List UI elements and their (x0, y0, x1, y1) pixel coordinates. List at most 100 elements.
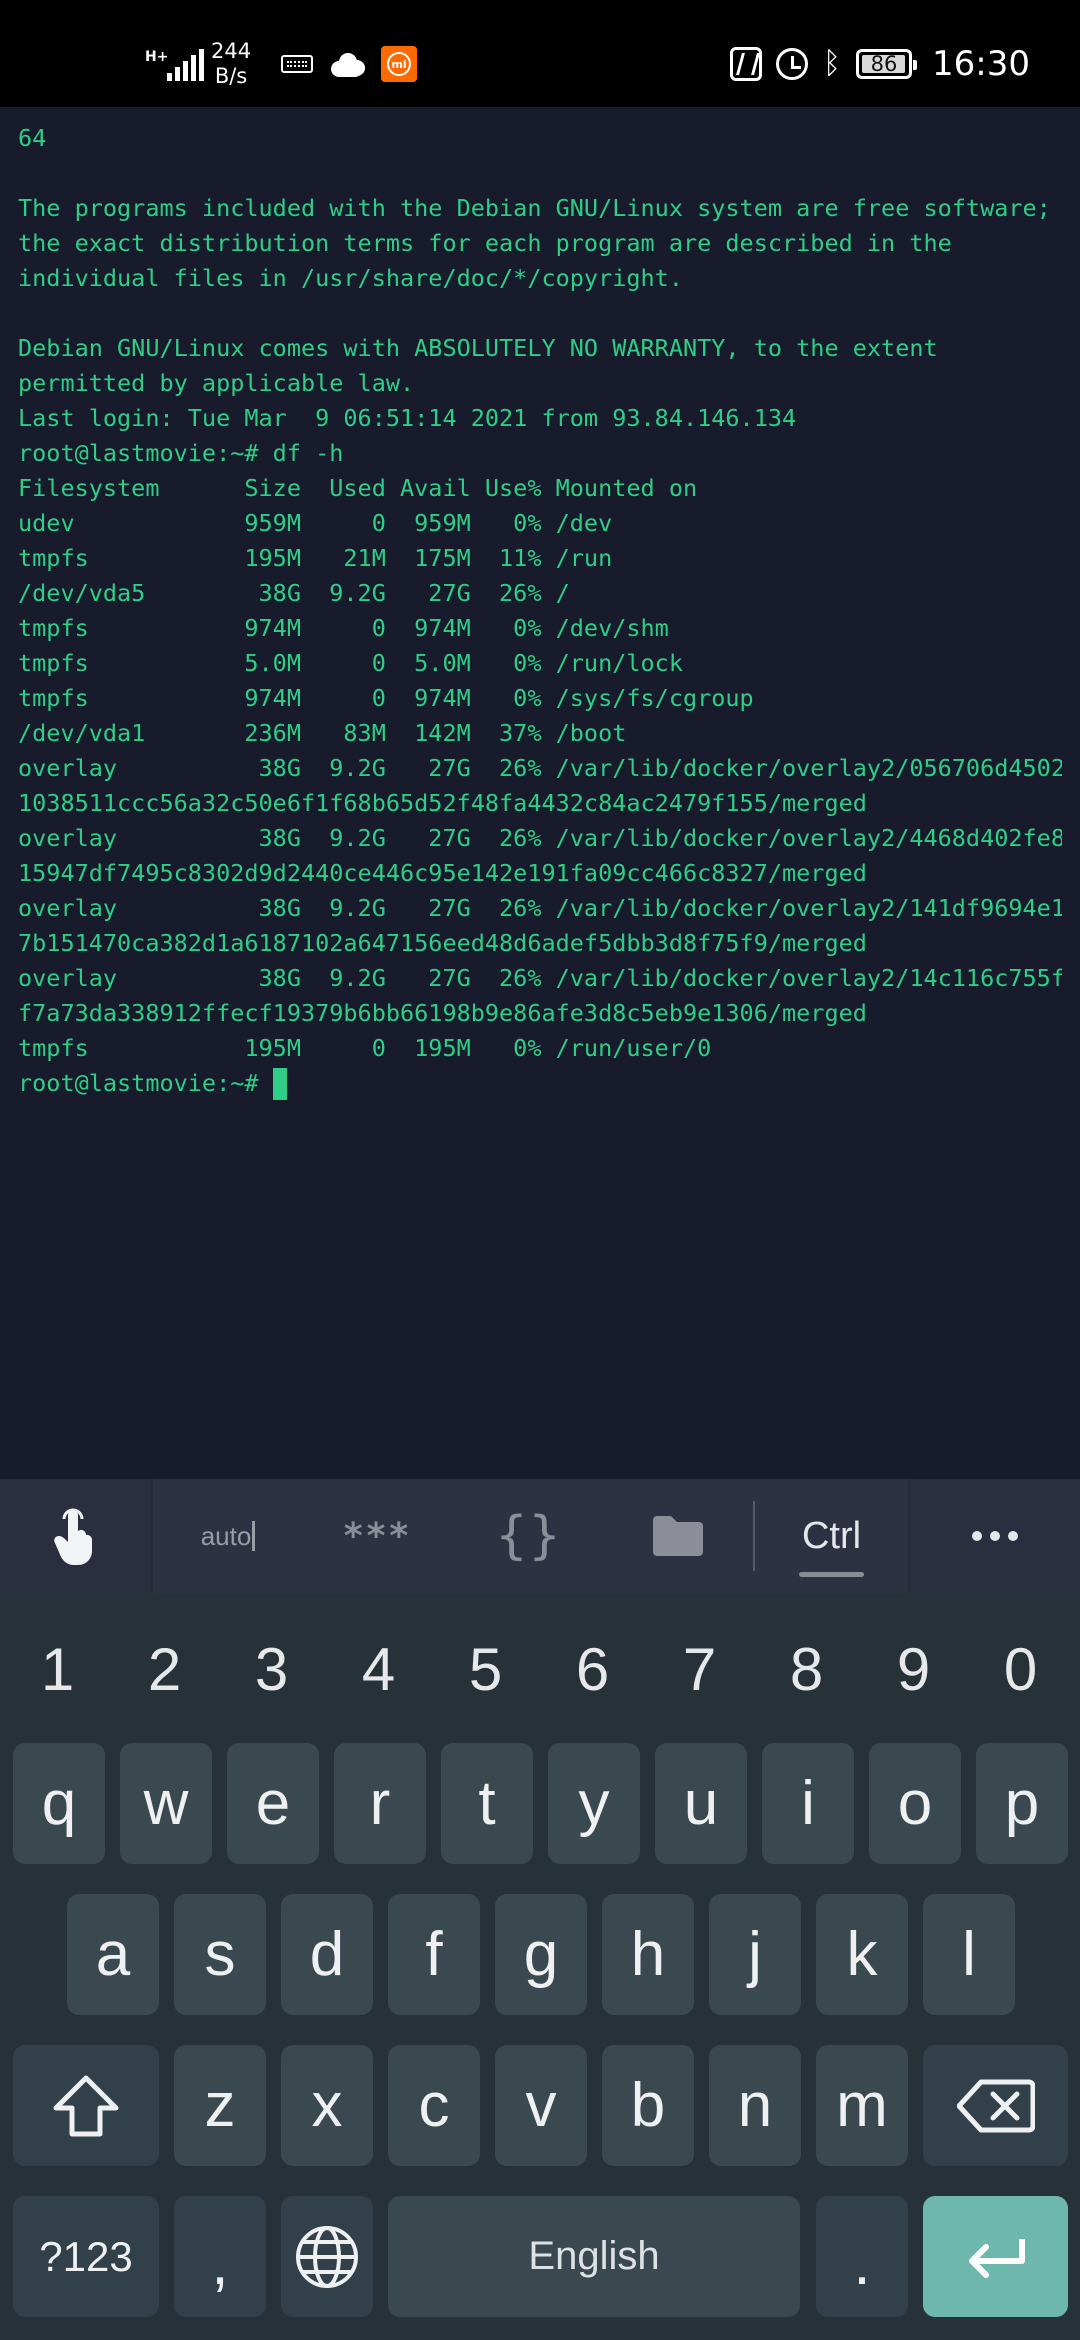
key-d[interactable]: d (281, 1894, 373, 2015)
terminal-line: individual files in /usr/share/doc/*/cop… (18, 264, 683, 292)
key-6[interactable]: 6 (539, 1621, 646, 1717)
key-n[interactable]: n (709, 2045, 801, 2166)
key-s[interactable]: s (174, 1894, 266, 2015)
enter-key[interactable] (923, 2196, 1068, 2317)
key-l[interactable]: l (923, 1894, 1015, 2015)
network-speed: 244 B/s (211, 39, 251, 89)
terminal-line: Debian GNU/Linux comes with ABSOLUTELY N… (18, 334, 938, 362)
enter-icon (968, 2238, 1025, 2278)
terminal-line: tmpfs 195M 21M 175M 11% /run (18, 544, 613, 572)
symbols-key[interactable]: ?123 (13, 2196, 159, 2317)
terminal-line: tmpfs 974M 0 974M 0% /sys/fs/cgroup (18, 684, 754, 712)
backspace-key[interactable] (923, 2045, 1068, 2166)
key-9[interactable]: 9 (860, 1621, 967, 1717)
key-h[interactable]: h (602, 1894, 694, 2015)
terminal-line: root@lastmovie:~# df -h (18, 439, 344, 467)
extra-keys-toolbar: auto *** {} Ctrl (0, 1479, 1080, 1593)
comma-key[interactable]: , (174, 2196, 266, 2317)
key-v[interactable]: v (495, 2045, 587, 2166)
auto-label: auto (200, 1520, 252, 1551)
key-b[interactable]: b (602, 2045, 694, 2166)
key-x[interactable]: x (281, 2045, 373, 2166)
mi-icon: mi (381, 46, 418, 82)
more-icon (972, 1531, 1018, 1541)
terminal-line: the exact distribution terms for each pr… (18, 229, 952, 257)
signal-icon: H+ (145, 43, 205, 85)
more-button[interactable] (908, 1479, 1080, 1593)
snippets-button[interactable]: {} (453, 1479, 603, 1593)
key-r[interactable]: r (334, 1743, 426, 1864)
key-p[interactable]: p (976, 1743, 1068, 1864)
network-speed-unit: B/s (214, 64, 248, 88)
key-z[interactable]: z (174, 2045, 266, 2166)
ctrl-underline (799, 1572, 864, 1577)
key-8[interactable]: 8 (753, 1621, 860, 1717)
terminal-line: /dev/vda5 38G 9.2G 27G 26% / (18, 579, 570, 607)
terminal-line: f7a73da338912ffecf19379b6bb66198b9e86afe… (18, 999, 867, 1027)
key-1[interactable]: 1 (4, 1621, 111, 1717)
terminal-line: Filesystem Size Used Avail Use% Mounted … (18, 474, 698, 502)
key-k[interactable]: k (816, 1894, 908, 2015)
terminal-line: 15947df7495c8302d9d2440ce446c95e142e191f… (18, 859, 867, 887)
password-button[interactable]: *** (303, 1479, 453, 1593)
key-u[interactable]: u (655, 1743, 747, 1864)
status-bar-left: H+ 244 B/s mi (145, 38, 418, 90)
key-g[interactable]: g (495, 1894, 587, 2015)
key-4[interactable]: 4 (325, 1621, 432, 1717)
battery-level: 86 (870, 52, 898, 76)
terminal-prompt-line[interactable]: root@lastmovie:~# (18, 1066, 1062, 1101)
globe-icon (296, 2225, 358, 2288)
terminal-line: tmpfs 195M 0 195M 0% /run/user/0 (18, 1034, 712, 1062)
terminal-line: overlay 38G 9.2G 27G 26% /var/lib/docker… (18, 754, 1062, 782)
folder-button[interactable] (603, 1479, 753, 1593)
terminal-line: 64 (18, 124, 47, 152)
terminal-line: The programs included with the Debian GN… (18, 194, 1051, 222)
key-y[interactable]: y (548, 1743, 640, 1864)
key-w[interactable]: w (120, 1743, 212, 1864)
network-speed-value: 244 (211, 39, 252, 63)
bluetooth-icon: ᛒ (823, 46, 842, 81)
key-i[interactable]: i (762, 1743, 854, 1864)
key-c[interactable]: c (388, 2045, 480, 2166)
key-2[interactable]: 2 (111, 1621, 218, 1717)
terminal-line: udev 959M 0 959M 0% /dev (18, 509, 613, 537)
key-5[interactable]: 5 (432, 1621, 539, 1717)
key-j[interactable]: j (709, 1894, 801, 2015)
terminal-line: overlay 38G 9.2G 27G 26% /var/lib/docker… (18, 894, 1062, 922)
keyboard-icon (281, 55, 314, 73)
touch-button[interactable] (0, 1479, 153, 1593)
shift-key[interactable] (13, 2045, 159, 2166)
terminal-prompt: root@lastmovie:~# (18, 1069, 259, 1097)
key-m[interactable]: m (816, 2045, 908, 2166)
language-key[interactable] (281, 2196, 373, 2317)
number-row: 1 2 3 4 5 6 7 8 9 0 (0, 1593, 1080, 1743)
touch-icon (53, 1508, 92, 1565)
terminal-output[interactable]: 64 The programs included with the Debian… (0, 107, 1080, 1479)
cloud-icon (329, 51, 366, 77)
key-7[interactable]: 7 (646, 1621, 753, 1717)
nfc-icon (730, 47, 763, 81)
key-e[interactable]: e (227, 1743, 319, 1864)
key-a[interactable]: a (67, 1894, 159, 2015)
key-t[interactable]: t (441, 1743, 533, 1864)
battery-icon: 86 (856, 49, 918, 79)
period-key[interactable]: . (816, 2196, 908, 2317)
space-bar[interactable]: English (388, 2196, 800, 2317)
key-o[interactable]: o (869, 1743, 961, 1864)
terminal-cursor (272, 1068, 287, 1100)
backspace-icon (956, 2079, 1035, 2132)
status-bar: H+ 244 B/s mi ᛒ 86 16:30 (0, 0, 1080, 107)
key-f[interactable]: f (388, 1894, 480, 2015)
auto-complete-button[interactable]: auto (153, 1479, 303, 1593)
ctrl-label: Ctrl (801, 1514, 862, 1557)
ctrl-button[interactable]: Ctrl (755, 1479, 908, 1593)
soft-keyboard: 1 2 3 4 5 6 7 8 9 0 q w e r t y u i o p … (0, 1593, 1080, 2340)
key-3[interactable]: 3 (218, 1621, 325, 1717)
key-q[interactable]: q (13, 1743, 105, 1864)
key-0[interactable]: 0 (967, 1621, 1074, 1717)
terminal-line: overlay 38G 9.2G 27G 26% /var/lib/docker… (18, 964, 1062, 992)
terminal-line: 1038511ccc56a32c50e6f1f68b65d52f48fa4432… (18, 789, 867, 817)
status-bar-right: ᛒ 86 16:30 (730, 38, 1030, 90)
